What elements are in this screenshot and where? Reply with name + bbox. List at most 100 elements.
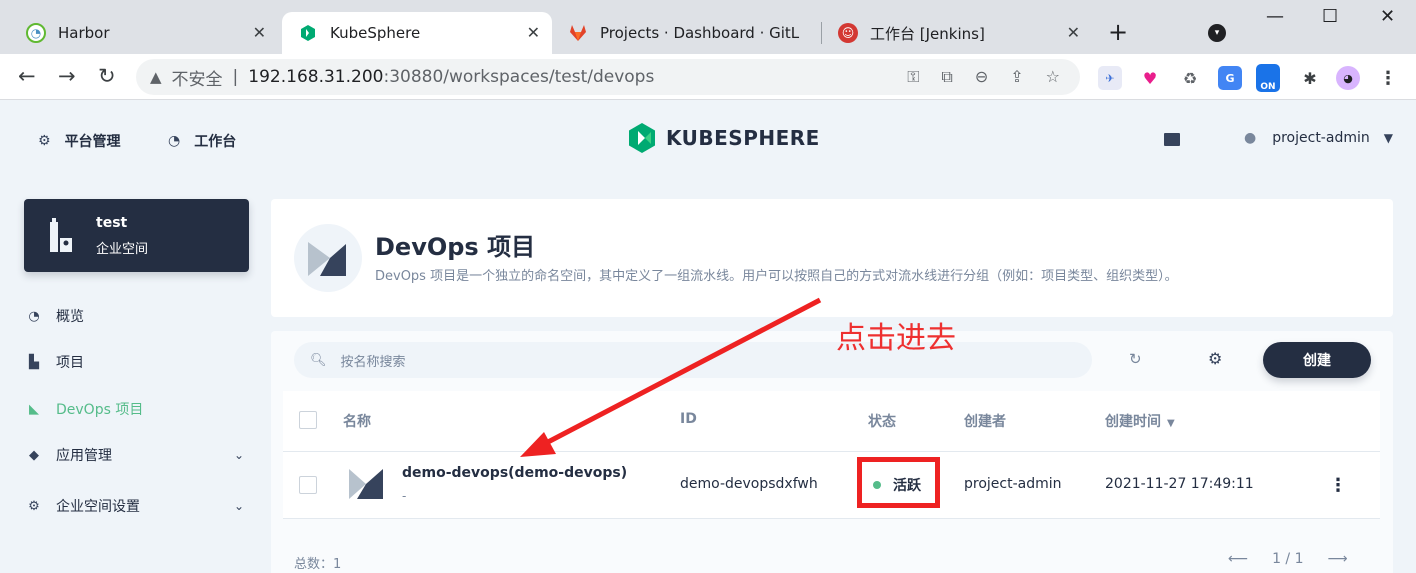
page-banner: DevOps 项目 DevOps 项目是一个独立的命名空间，其中定义了一组流水线… (271, 199, 1393, 317)
address-path: :30880/workspaces/test/devops (383, 67, 655, 87)
user-menu[interactable]: ● project-admin ▼ (1244, 130, 1393, 146)
harbor-favicon-icon: ◔ (26, 23, 46, 43)
row-checkbox[interactable] (299, 476, 317, 494)
user-icon: ● (1244, 130, 1257, 146)
extension-on-badge[interactable]: ON (1256, 64, 1280, 92)
creator: project-admin (964, 476, 1062, 492)
tab-title: Projects · Dashboard · GitL (600, 24, 800, 42)
extensions-puzzle-icon[interactable]: ✱ (1298, 66, 1322, 90)
chevron-down-icon: ⌄ (233, 448, 244, 462)
project-name-link[interactable]: demo-devops(demo-devops) (402, 465, 627, 481)
prev-page-icon[interactable]: ⟵ (1228, 551, 1248, 567)
extension-bird-icon[interactable]: ✈ (1098, 66, 1122, 90)
workspace-building-icon (50, 218, 72, 252)
close-icon[interactable]: ✕ (253, 23, 266, 42)
key-icon[interactable]: ⚿ (907, 67, 919, 87)
dashboard-icon: ◔ (168, 133, 181, 149)
search-placeholder: 按名称搜索 (340, 354, 406, 370)
chevron-down-icon: ▼ (1383, 131, 1393, 145)
browser-tab-bar: ◔ Harbor ✕ KubeSphere ✕ Projects · Dashb… (0, 0, 1416, 54)
project-icon: ▙ (29, 354, 39, 370)
sidebar-item-devops[interactable]: ◣ DevOps 项目 (26, 399, 248, 419)
reload-icon[interactable]: ↻ (98, 64, 116, 88)
extension-recycle-icon[interactable]: ♻ (1178, 66, 1202, 90)
column-header-status[interactable]: 状态 (868, 411, 896, 431)
sidebar-item-projects[interactable]: ▙ 项目 (26, 352, 248, 372)
gear-icon: ⚙ (38, 133, 51, 149)
zoom-icon[interactable]: ⊖ (975, 67, 988, 87)
forward-icon[interactable]: → (58, 64, 76, 88)
column-header-name[interactable]: 名称 (343, 411, 371, 431)
sidebar-item-label: 概览 (56, 309, 84, 325)
annotation-highlight-box (857, 457, 940, 508)
nav-workbench[interactable]: ◔ 工作台 (168, 131, 236, 151)
created-at: 2021-11-27 17:49:11 (1105, 476, 1254, 492)
column-header-created-at[interactable]: 创建时间 ▼ (1105, 411, 1175, 431)
next-page-icon[interactable]: ⟶ (1328, 551, 1348, 567)
nav-platform[interactable]: ⚙ 平台管理 (38, 131, 121, 151)
project-id: demo-devopsdxfwh (680, 476, 818, 492)
tab-gitlab[interactable]: Projects · Dashboard · GitL (552, 12, 820, 54)
total-count: 总数：1 (294, 557, 342, 572)
maximize-icon[interactable]: ☐ (1322, 6, 1338, 27)
search-input[interactable]: 🔍︎ 按名称搜索 (294, 342, 1092, 378)
devops-project-icon (349, 469, 383, 499)
user-name: project-admin (1272, 130, 1370, 146)
pagination: ⟵ 1 / 1 ⟶ (1228, 551, 1348, 567)
app-header: ⚙ 平台管理 ◔ 工作台 KUBESPHERE ● project-admin … (0, 101, 1416, 179)
new-tab-icon[interactable]: + (1108, 18, 1128, 46)
dashboard-icon: ◔ (28, 308, 40, 324)
search-icon: 🔍︎ (310, 352, 327, 368)
select-all-checkbox[interactable] (299, 411, 317, 429)
close-icon[interactable]: ✕ (1067, 23, 1080, 42)
workspace-name: test (96, 215, 128, 231)
tab-title: 工作台 [Jenkins] (870, 24, 985, 43)
translate-icon[interactable]: ⧉ (941, 67, 952, 87)
sort-caret-icon[interactable]: ▼ (1167, 418, 1175, 429)
page-title: DevOps 项目 (375, 233, 536, 261)
browser-menu-icon[interactable]: ⋮ (1376, 66, 1400, 90)
tab-kubesphere[interactable]: KubeSphere ✕ (282, 12, 552, 54)
address-host: 192.168.31.200 (248, 67, 384, 87)
gitlab-favicon-icon (568, 23, 588, 43)
column-header-id[interactable]: ID (680, 411, 697, 427)
kubesphere-favicon-icon (298, 23, 318, 43)
workspace-type: 企业空间 (96, 242, 149, 257)
refresh-icon[interactable]: ↻ (1129, 350, 1142, 368)
extension-shield-icon[interactable]: ♥ (1138, 66, 1162, 90)
row-divider (283, 518, 1380, 519)
workspace-card[interactable]: test 企业空间 (24, 199, 249, 272)
profile-avatar[interactable]: ◕ (1336, 66, 1360, 90)
column-header-creator[interactable]: 创建者 (964, 411, 1006, 431)
kubesphere-logo-icon (629, 123, 655, 153)
sidebar-item-label: DevOps 项目 (56, 402, 144, 418)
gear-icon[interactable]: ⚙ (1208, 349, 1222, 368)
page-description: DevOps 项目是一个独立的命名空间，其中定义了一组流水线。用户可以按照自己的… (375, 269, 1178, 284)
sidebar-item-label: 应用管理 (56, 448, 112, 464)
close-icon[interactable]: ✕ (527, 23, 540, 42)
share-icon[interactable]: ⇪ (1010, 67, 1023, 87)
tab-harbor[interactable]: ◔ Harbor ✕ (10, 12, 278, 54)
devops-icon: ◣ (29, 401, 39, 417)
extension-translate-icon[interactable]: G (1218, 66, 1242, 90)
tab-title: KubeSphere (330, 24, 421, 42)
window-close-icon[interactable]: ✕ (1380, 6, 1395, 27)
sidebar-item-app-management[interactable]: ◆ 应用管理 ⌄ (26, 445, 248, 465)
minimize-icon[interactable]: — (1266, 6, 1284, 27)
address-bar[interactable]: ▲ 不安全 | 192.168.31.200 :30880/workspaces… (136, 59, 1080, 95)
bookmark-star-icon[interactable]: ☆ (1046, 67, 1060, 87)
tab-search-icon[interactable]: ▾ (1208, 24, 1226, 42)
docs-book-icon[interactable] (1164, 133, 1180, 146)
sidebar-item-overview[interactable]: ◔ 概览 (26, 306, 248, 326)
sidebar-item-workspace-settings[interactable]: ⚙ 企业空间设置 ⌄ (26, 496, 248, 516)
create-button[interactable]: 创建 (1263, 342, 1371, 378)
address-divider: | (232, 67, 239, 87)
kubesphere-logo[interactable]: KUBESPHERE (628, 123, 820, 153)
nav-platform-label: 平台管理 (64, 134, 121, 150)
browser-toolbar: ← → ↻ ▲ 不安全 | 192.168.31.200 :30880/work… (0, 54, 1416, 100)
more-actions-icon[interactable]: ⋮ (1329, 475, 1347, 496)
omnibox-actions: ⚿ ⧉ ⊖ ⇪ ☆ (907, 67, 1060, 87)
tab-jenkins[interactable]: ☺ 工作台 [Jenkins] ✕ (822, 12, 1092, 54)
chevron-down-icon: ⌄ (233, 499, 244, 513)
back-icon[interactable]: ← (18, 64, 36, 88)
